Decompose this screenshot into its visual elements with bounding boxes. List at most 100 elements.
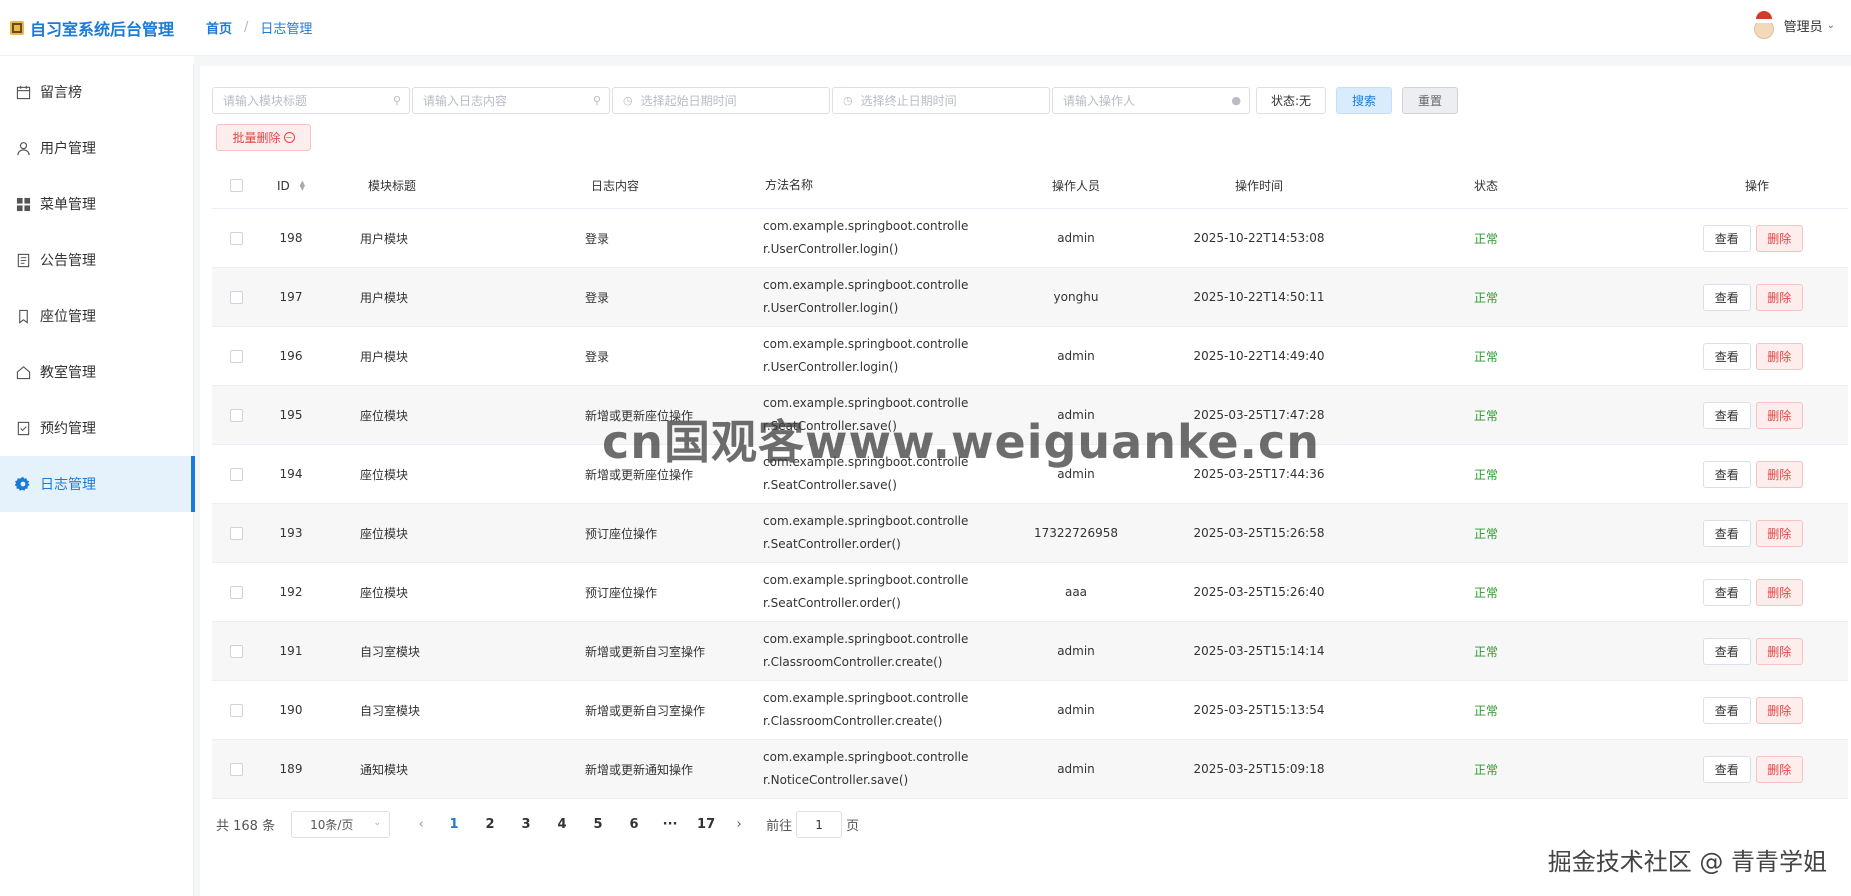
goto-prefix: 前往	[766, 819, 793, 834]
cell-id: 190	[279, 703, 303, 717]
total-count: 共 168 条	[216, 819, 276, 834]
table-row: 192 座位模块 预订座位操作 com.example.springboot.c…	[212, 563, 1848, 622]
delete-button[interactable]: 删除	[1755, 224, 1803, 252]
view-button[interactable]: 查看	[1703, 637, 1751, 665]
sort-icon[interactable]: ▲ ▼	[300, 180, 305, 192]
cell-module: 座位模块	[360, 526, 409, 541]
module-title-input[interactable]: 请输入模块标题 ⚲	[212, 87, 410, 114]
cell-module: 用户模块	[360, 290, 409, 305]
row-checkbox[interactable]	[212, 349, 256, 363]
page-number[interactable]: 6	[616, 817, 652, 832]
cell-content: 登录	[585, 290, 610, 305]
delete-button[interactable]: 删除	[1755, 637, 1803, 665]
end-datetime-input[interactable]: ◷ 选择终止日期时间	[832, 87, 1050, 114]
sidebar-item-label: 菜单管理	[40, 197, 96, 213]
select-all-checkbox[interactable]	[212, 179, 256, 192]
method-line-1: com.example.springboot.controlle	[763, 573, 969, 587]
method-line-2: r.ClassroomController.create()	[763, 655, 943, 669]
app-logo[interactable]: 自习室系统后台管理	[0, 16, 206, 40]
table-row: 193 座位模块 预订座位操作 com.example.springboot.c…	[212, 504, 1848, 563]
delete-button[interactable]: 删除	[1755, 755, 1803, 783]
sidebar-item-users[interactable]: 用户管理	[0, 120, 193, 176]
sidebar-item-reservations[interactable]: 预约管理	[0, 400, 193, 456]
cell-id: 195	[279, 408, 303, 422]
delete-button[interactable]: 删除	[1755, 696, 1803, 724]
page-number[interactable]: 2	[472, 817, 508, 832]
start-datetime-input[interactable]: ◷ 选择起始日期时间	[612, 87, 830, 114]
method-line-1: com.example.springboot.controlle	[763, 337, 969, 351]
table-row: 191 自习室模块 新增或更新自习室操作 com.example.springb…	[212, 622, 1848, 681]
log-content-input[interactable]: 请输入日志内容 ⚲	[412, 87, 610, 114]
cell-id: 191	[279, 644, 303, 658]
row-checkbox[interactable]	[212, 762, 256, 776]
page-size-select[interactable]: 10条/页 ⌄	[291, 811, 391, 838]
filter-bar: 请输入模块标题 ⚲ 请输入日志内容 ⚲ ◷ 选择起始日期时间 ◷ 选择终止日期时…	[212, 87, 1458, 114]
search-icon: ⚲	[592, 94, 601, 107]
view-button[interactable]: 查看	[1703, 401, 1751, 429]
page-number[interactable]: 1	[436, 817, 472, 832]
search-button[interactable]: 搜索	[1336, 87, 1392, 114]
cell-id: 194	[279, 467, 303, 481]
row-checkbox[interactable]	[212, 467, 256, 481]
row-checkbox[interactable]	[212, 231, 256, 245]
next-page-icon[interactable]: ›	[724, 817, 754, 832]
cell-module: 用户模块	[360, 349, 409, 364]
page-number[interactable]: 3	[508, 817, 544, 832]
view-button[interactable]: 查看	[1703, 519, 1751, 547]
sidebar-item-classrooms[interactable]: 教室管理	[0, 344, 193, 400]
header-id[interactable]: ID ▲ ▼	[256, 179, 320, 193]
view-button[interactable]: 查看	[1703, 696, 1751, 724]
view-button[interactable]: 查看	[1703, 755, 1751, 783]
cell-time: 2025-03-25T15:14:14	[1193, 644, 1325, 658]
method-line-1: com.example.springboot.controlle	[763, 278, 969, 292]
sidebar-item-seats[interactable]: 座位管理	[0, 288, 193, 344]
goto-page-input[interactable]: 1	[796, 811, 843, 838]
delete-button[interactable]: 删除	[1755, 342, 1803, 370]
delete-button[interactable]: 删除	[1755, 460, 1803, 488]
method-line-2: r.UserController.login()	[763, 301, 899, 315]
cell-status: 正常	[1473, 231, 1498, 246]
delete-button[interactable]: 删除	[1755, 519, 1803, 547]
table-body: 198 用户模块 登录 com.example.springboot.contr…	[212, 209, 1848, 799]
row-checkbox[interactable]	[212, 644, 256, 658]
sidebar-item-menus[interactable]: 菜单管理	[0, 176, 193, 232]
row-checkbox[interactable]	[212, 585, 256, 599]
status-select[interactable]: 状态:无	[1256, 87, 1326, 114]
view-button[interactable]: 查看	[1703, 342, 1751, 370]
sidebar-item-notices[interactable]: 公告管理	[0, 232, 193, 288]
page-number[interactable]: 17	[688, 817, 724, 832]
cell-module: 座位模块	[360, 585, 409, 600]
operator-input[interactable]: 请输入操作人 ●	[1052, 87, 1250, 114]
prev-page-icon[interactable]: ‹	[406, 817, 436, 832]
cell-operator: aaa	[1064, 585, 1088, 599]
row-checkbox[interactable]	[212, 290, 256, 304]
user-menu[interactable]: 管理员 ⌄	[1750, 10, 1835, 40]
delete-button[interactable]: 删除	[1755, 578, 1803, 606]
row-checkbox[interactable]	[212, 408, 256, 422]
view-button[interactable]: 查看	[1703, 283, 1751, 311]
view-button[interactable]: 查看	[1703, 460, 1751, 488]
breadcrumb-home[interactable]: 首页	[206, 18, 232, 37]
app-title: 自习室系统后台管理	[30, 19, 175, 39]
delete-button[interactable]: 删除	[1755, 401, 1803, 429]
page-number[interactable]: 4	[544, 817, 580, 832]
row-checkbox[interactable]	[212, 526, 256, 540]
view-button[interactable]: 查看	[1703, 224, 1751, 252]
row-checkbox[interactable]	[212, 703, 256, 717]
reset-button[interactable]: 重置	[1402, 87, 1458, 114]
pager-ellipsis[interactable]: ···	[652, 817, 688, 832]
page-number[interactable]: 5	[580, 817, 616, 832]
cell-method: com.example.springboot.controlle r.SeatC…	[763, 510, 1003, 556]
start-datetime-placeholder: 选择起始日期时间	[640, 94, 737, 108]
sidebar-item-message-board[interactable]: 留言榜	[0, 64, 193, 120]
gear-icon	[15, 476, 31, 492]
cell-id: 193	[279, 526, 303, 540]
cell-method: com.example.springboot.controlle r.UserC…	[763, 333, 1003, 379]
batch-delete-button[interactable]: 批量删除 −	[216, 124, 311, 151]
delete-button[interactable]: 删除	[1755, 283, 1803, 311]
goto-suffix: 页	[846, 819, 860, 834]
view-button[interactable]: 查看	[1703, 578, 1751, 606]
sidebar-item-logs[interactable]: 日志管理	[0, 456, 195, 512]
log-table: ID ▲ ▼ 模块标题 日志内容 方法名称 操作人员 操作时间 状态 操作 198…	[212, 163, 1848, 799]
cell-status: 正常	[1473, 585, 1498, 600]
